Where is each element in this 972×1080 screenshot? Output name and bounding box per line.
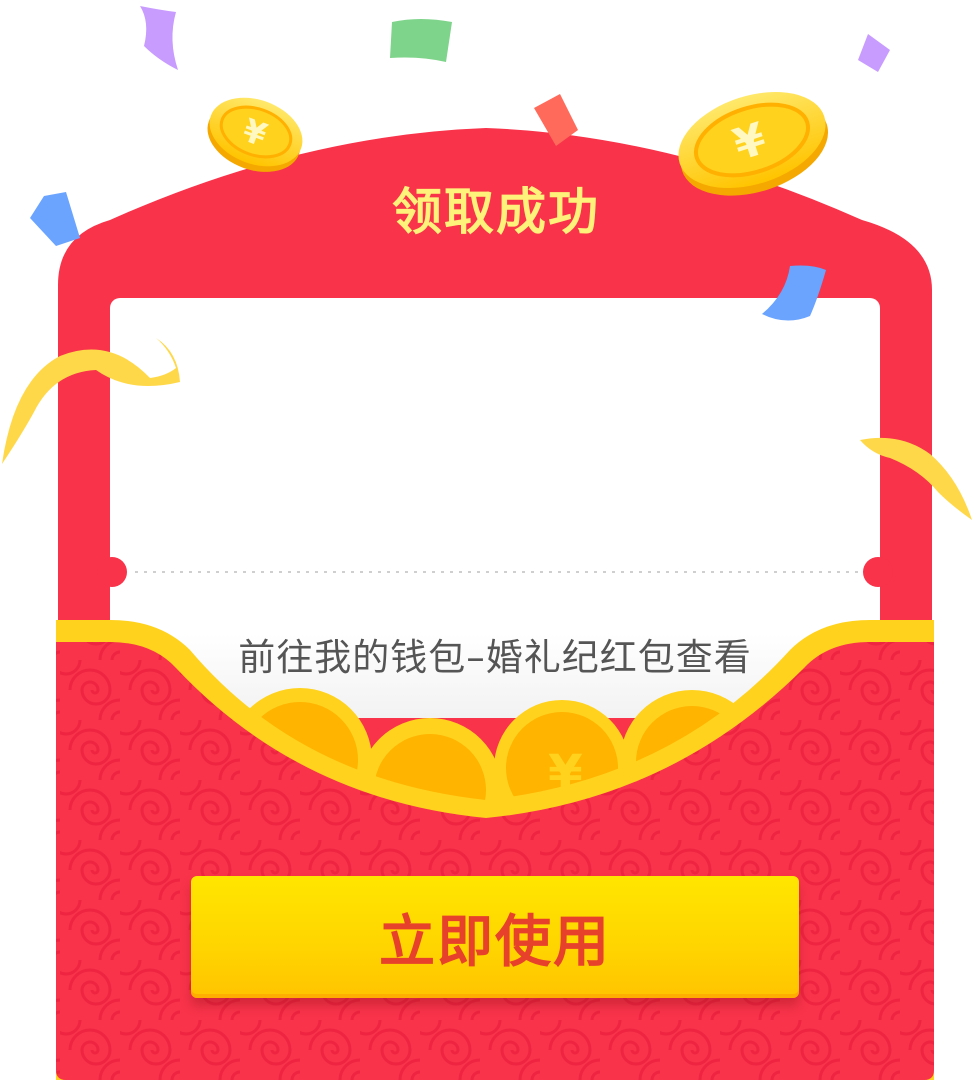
notch-left [97,557,127,587]
wallet-hint-text: 前往我的钱包–婚礼纪红包查看 [238,636,752,679]
red-envelope-dialog: ¥ ¥ ¥ 领取成功 前往我的钱包–婚礼纪红包查看 立即使用 [0,0,972,1080]
confetti-purple-1 [140,6,178,70]
dialog-title: 领取成功 [392,183,600,241]
use-now-button-label: 立即使用 [379,909,611,975]
notch-right [863,557,893,587]
confetti-purple-2 [858,34,890,72]
use-now-button[interactable]: 立即使用 [191,876,799,998]
confetti-green [390,19,452,62]
